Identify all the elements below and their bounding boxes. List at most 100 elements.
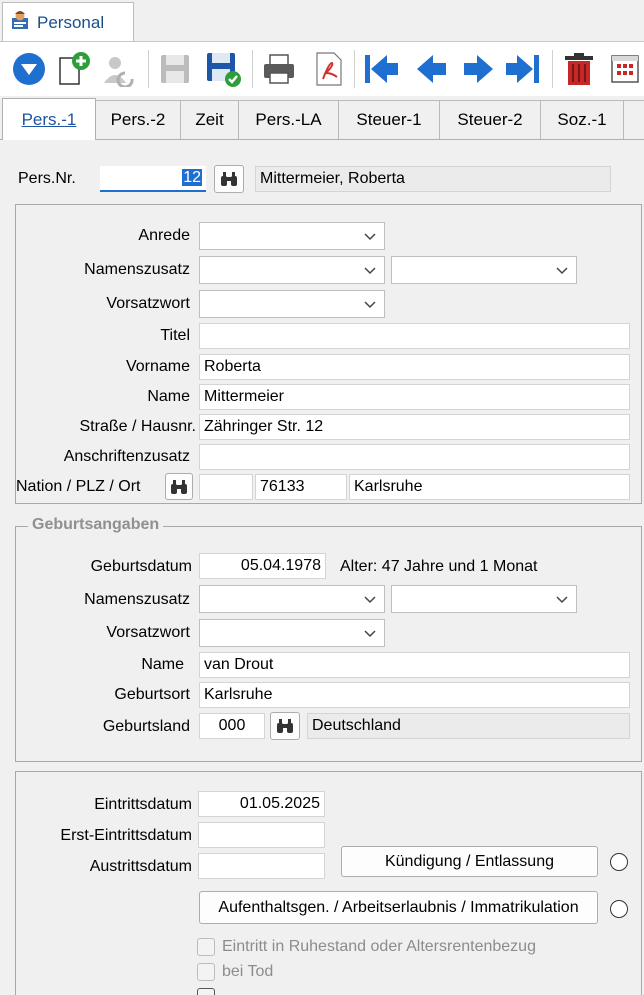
arrow-right-icon — [464, 55, 493, 83]
geburtsort-input[interactable]: Karlsruhe — [199, 682, 630, 708]
kuendigung-radio[interactable] — [610, 853, 628, 871]
filter-icon — [13, 53, 45, 85]
chevron-down-icon — [556, 267, 568, 275]
person-name-display: Mittermeier, Roberta — [255, 166, 611, 192]
anschriftenzusatz-input[interactable] — [199, 444, 630, 470]
tab-overflow[interactable] — [623, 100, 644, 139]
vorsatzwort-select[interactable] — [199, 290, 385, 318]
geburt-vorsatzwort-select[interactable] — [199, 619, 385, 647]
aufenthalt-radio[interactable] — [610, 900, 628, 918]
pdf-export-button[interactable] — [310, 50, 348, 88]
namenszusatz-label: Namenszusatz — [84, 261, 190, 278]
anschriftenzusatz-label: Anschriftenzusatz — [63, 448, 190, 465]
first-record-button[interactable] — [362, 50, 400, 88]
ersteintrittsdatum-label: Erst-Eintrittsdatum — [60, 827, 192, 844]
geburtsort-label: Geburtsort — [114, 686, 190, 703]
geburt-namenszusatz-2-select[interactable] — [391, 585, 577, 613]
printer-icon — [264, 54, 294, 84]
persnr-input[interactable]: 12 — [100, 166, 206, 192]
person-card-icon — [11, 10, 29, 35]
vorname-input[interactable]: Roberta — [199, 354, 630, 380]
geburtsdatum-label: Geburtsdatum — [90, 558, 192, 575]
delete-button[interactable] — [560, 50, 598, 88]
tab-steuer-1[interactable]: Steuer-1 — [338, 100, 440, 139]
save-button[interactable] — [156, 50, 194, 88]
ort-input[interactable]: Karlsruhe — [349, 474, 630, 500]
calendar-button[interactable] — [606, 50, 644, 88]
persnr-label: Pers.Nr. — [18, 170, 76, 187]
arrow-left-icon — [417, 55, 446, 83]
geburt-namenszusatz-select[interactable] — [199, 585, 385, 613]
window-tab-personal[interactable]: Personal — [2, 2, 134, 42]
geburt-vorsatzwort-label: Vorsatzwort — [106, 624, 190, 641]
namenszusatz-select[interactable] — [199, 256, 385, 284]
tab-steuer-2[interactable]: Steuer-2 — [439, 100, 541, 139]
geburtsangaben-title: Geburtsangaben — [28, 516, 164, 534]
tab-soz-1[interactable]: Soz.-1 — [540, 100, 624, 139]
nation-search-button[interactable] — [165, 473, 193, 500]
anrede-select[interactable] — [199, 222, 385, 250]
eintrittsdatum-input[interactable]: 01.05.2025 — [198, 791, 325, 817]
save-close-button[interactable] — [204, 50, 242, 88]
toolbar — [0, 42, 644, 96]
alter-text: Alter: 47 Jahre und 1 Monat — [340, 558, 538, 575]
pdf-icon — [316, 52, 342, 86]
geburtsdatum-input[interactable]: 05.04.1978 — [199, 553, 326, 579]
save-check-icon — [207, 53, 241, 87]
last-record-icon — [506, 55, 539, 83]
austrittsdatum-input[interactable] — [198, 853, 325, 879]
tab-pers-1[interactable]: Pers.-1 — [2, 98, 96, 140]
geburt-namenszusatz-label: Namenszusatz — [84, 591, 190, 608]
kuendigung-button[interactable]: Kündigung / Entlassung — [341, 846, 598, 877]
tod-label: bei Tod — [222, 963, 274, 980]
previous-record-button[interactable] — [412, 50, 450, 88]
strasse-input[interactable]: Zähringer Str. 12 — [199, 414, 630, 440]
name-input[interactable]: Mittermeier — [199, 384, 630, 410]
new-record-button[interactable] — [54, 50, 92, 88]
tab-pers-la[interactable]: Pers.-LA — [238, 100, 339, 139]
window-tab-title: Personal — [37, 12, 105, 32]
divider — [0, 139, 644, 140]
aufenthalt-button[interactable]: Aufenthaltsgen. / Arbeitserlaubnis / Imm… — [199, 891, 598, 924]
name-label: Name — [147, 388, 190, 405]
page-tabs: Pers.-1 Pers.-2 Zeit Pers.-LA Steuer-1 S… — [0, 98, 644, 140]
geburtsland-label: Geburtsland — [102, 718, 190, 735]
next-record-button[interactable] — [460, 50, 498, 88]
trash-icon — [565, 53, 593, 85]
strasse-label: Straße / Hausnr. — [79, 418, 197, 435]
namenszusatz-2-select[interactable] — [391, 256, 577, 284]
titel-input[interactable] — [199, 323, 630, 349]
anrede-label: Anrede — [138, 227, 190, 244]
plz-input[interactable]: 76133 — [255, 474, 347, 500]
copy-person-button[interactable] — [100, 50, 138, 88]
chevron-down-icon — [364, 630, 376, 638]
geburtsland-search-button[interactable] — [270, 712, 300, 740]
filter-dropdown-button[interactable] — [10, 50, 48, 88]
calendar-icon — [611, 55, 639, 83]
titel-label: Titel — [160, 327, 190, 344]
first-record-icon — [365, 55, 398, 83]
ruhestand-checkbox[interactable] — [197, 938, 215, 956]
tod-checkbox[interactable] — [197, 963, 215, 981]
nation-plz-ort-label: Nation / PLZ / Ort — [16, 478, 141, 495]
binoculars-icon — [221, 172, 237, 186]
additional-checkbox[interactable] — [197, 988, 215, 995]
austrittsdatum-label: Austrittsdatum — [89, 858, 192, 875]
new-document-icon — [59, 52, 90, 85]
geburtsname-label: Name — [141, 656, 184, 673]
tab-zeit[interactable]: Zeit — [180, 100, 239, 139]
last-record-button[interactable] — [504, 50, 542, 88]
chevron-down-icon — [364, 301, 376, 309]
geburtsname-input[interactable]: van Drout — [199, 652, 630, 678]
binoculars-icon — [171, 479, 187, 494]
geburtsland-code-input[interactable]: 000 — [199, 713, 265, 739]
save-disk-icon — [161, 55, 189, 83]
ersteintrittsdatum-input[interactable] — [198, 822, 325, 848]
nation-input[interactable] — [199, 474, 253, 500]
print-button[interactable] — [260, 50, 298, 88]
chevron-down-icon — [556, 596, 568, 604]
persnr-search-button[interactable] — [214, 165, 244, 193]
ruhestand-label: Eintritt in Ruhestand oder Altersrentenb… — [222, 938, 536, 955]
tab-pers-2[interactable]: Pers.-2 — [95, 100, 181, 139]
chevron-down-icon — [364, 267, 376, 275]
